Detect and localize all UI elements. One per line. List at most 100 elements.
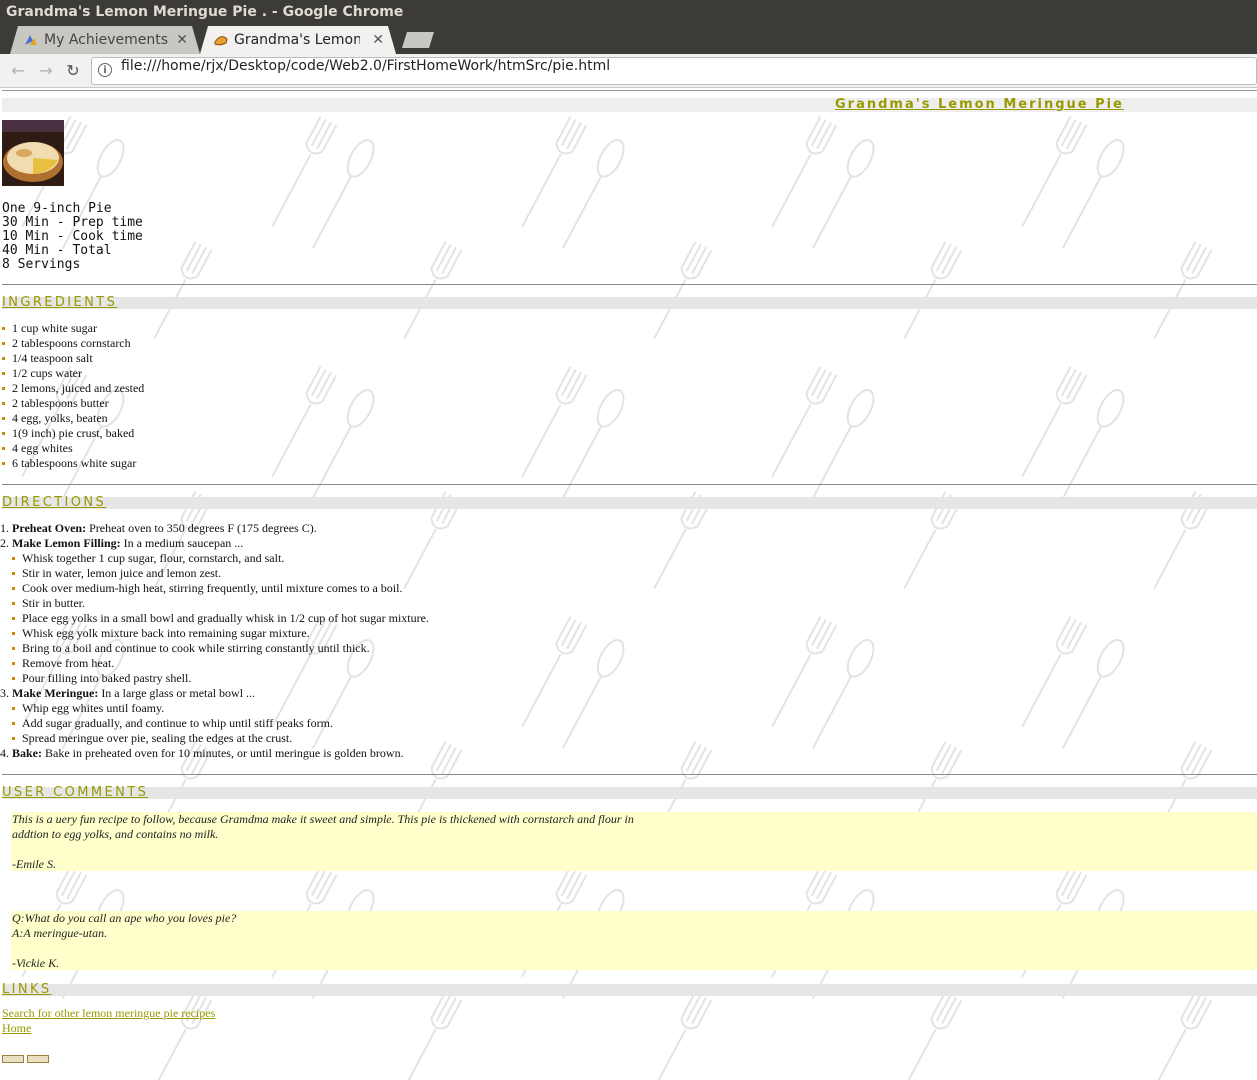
list-item: Spread meringue over pie, sealing the ed… xyxy=(12,731,429,746)
ingredients-heading[interactable]: INGREDIENTS xyxy=(2,296,117,310)
ingredient-text: 1 cup white sugar xyxy=(12,321,97,335)
comment-text: addtion to egg yolks, and contains no mi… xyxy=(12,827,219,841)
step-number: 3. xyxy=(0,686,9,700)
directions-heading[interactable]: DIRECTIONS xyxy=(2,496,106,510)
list-item: 1/2 cups water xyxy=(2,366,144,381)
step-title: Preheat Oven: xyxy=(12,521,87,535)
pie-favicon-icon xyxy=(214,33,228,47)
bullet-icon xyxy=(2,447,5,450)
cook-time-text: 10 Min - Cook time xyxy=(2,229,143,244)
step-number: 2. xyxy=(0,536,9,550)
comments-heading[interactable]: USER COMMENTS xyxy=(2,786,148,800)
recipe-info: One 9-inch Pie 30 Min - Prep time 10 Min… xyxy=(2,202,143,272)
bullet-icon xyxy=(12,572,15,575)
list-item: 1/4 teaspoon salt xyxy=(2,351,144,366)
ingredient-text: 4 egg, yolks, beaten xyxy=(12,411,108,425)
bullet-icon xyxy=(12,632,15,635)
bullet-icon xyxy=(12,662,15,665)
divider xyxy=(2,484,1257,485)
substep-list: Whisk together 1 cup sugar, flour, corns… xyxy=(12,551,429,686)
list-item: Cook over medium-high heat, stirring fre… xyxy=(12,581,429,596)
list-item: 4 egg, yolks, beaten xyxy=(2,411,144,426)
reload-icon[interactable]: ↻ xyxy=(62,60,84,82)
ingredient-text: 2 tablespoons cornstarch xyxy=(12,336,131,350)
ingredient-text: 2 lemons, juiced and zested xyxy=(12,381,145,395)
bullet-icon xyxy=(2,402,5,405)
tab-close-icon[interactable]: ✕ xyxy=(176,26,188,54)
bullet-icon xyxy=(2,327,5,330)
step-title: Bake: xyxy=(12,746,42,760)
search-recipes-link[interactable]: Search for other lemon meringue pie reci… xyxy=(2,1006,215,1021)
step-text: In a medium saucepan ... xyxy=(120,536,244,550)
list-item: Whip egg whites until foamy. xyxy=(12,701,429,716)
direction-step: 3. Make Meringue: In a large glass or met… xyxy=(0,686,429,746)
forward-arrow-icon[interactable]: → xyxy=(35,60,57,82)
tab-my-achievements[interactable]: My Achievements ✕ xyxy=(10,26,200,54)
list-item: 1(9 inch) pie crust, baked xyxy=(2,426,144,441)
section-band xyxy=(2,787,1257,799)
bullet-icon xyxy=(2,342,5,345)
info-icon[interactable]: i xyxy=(98,63,112,77)
list-item: Bring to a boil and continue to cook whi… xyxy=(12,641,429,656)
tab-close-icon[interactable]: ✕ xyxy=(372,26,384,54)
bullet-icon xyxy=(12,737,15,740)
recipe-title[interactable]: Grandma's Lemon Meringue Pie xyxy=(835,97,1124,112)
divider xyxy=(2,774,1257,775)
bullet-icon xyxy=(12,617,15,620)
tab-label: My Achievements xyxy=(44,32,169,48)
list-item: Pour filling into baked pastry shell. xyxy=(12,671,429,686)
bullet-icon xyxy=(2,417,5,420)
step-number: 4. xyxy=(0,746,9,760)
home-link[interactable]: Home xyxy=(2,1021,31,1036)
direction-step: 1. Preheat Oven: Preheat oven to 350 degr… xyxy=(0,521,429,536)
achievements-favicon-icon xyxy=(24,33,38,47)
ingredient-text: 4 egg whites xyxy=(12,441,73,455)
substep-text: Spread meringue over pie, sealing the ed… xyxy=(22,731,293,745)
tab-label: Grandma's Lemon M xyxy=(234,32,360,48)
w3c-css-badge-icon[interactable] xyxy=(27,1055,49,1063)
w3c-html-badge-icon[interactable] xyxy=(2,1055,24,1063)
new-tab-button[interactable] xyxy=(402,32,434,48)
list-item: 6 tablespoons white sugar xyxy=(2,456,144,471)
substep-text: Stir in water, lemon juice and lemon zes… xyxy=(22,566,222,580)
servings-text: 8 Servings xyxy=(2,257,81,272)
section-band xyxy=(2,297,1257,309)
step-title: Make Lemon Filling: xyxy=(12,536,121,550)
step-text: Preheat oven to 350 degrees F (175 degre… xyxy=(86,521,317,535)
address-bar[interactable]: i file:///home/rjx/Desktop/code/Web2.0/F… xyxy=(91,57,1257,85)
bullet-icon xyxy=(12,677,15,680)
section-band xyxy=(2,497,1257,509)
comment-text: A:A meringue-utan. xyxy=(12,926,108,940)
directions-list: 1. Preheat Oven: Preheat oven to 350 degr… xyxy=(0,521,429,761)
substep-text: Place egg yolks in a small bowl and grad… xyxy=(22,611,429,625)
page-content: Grandma's Lemon Meringue Pie One 9-inch … xyxy=(0,89,1257,1080)
list-item: 2 tablespoons cornstarch xyxy=(2,336,144,351)
bullet-icon xyxy=(12,722,15,725)
back-arrow-icon[interactable]: ← xyxy=(7,60,29,82)
browser-toolbar: ← → ↻ i file:///home/rjx/Desktop/code/We… xyxy=(0,54,1257,88)
links-heading[interactable]: LINKS xyxy=(2,983,52,997)
bullet-icon xyxy=(12,557,15,560)
section-band xyxy=(2,984,1257,996)
window-title: Grandma's Lemon Meringue Pie . - Google … xyxy=(0,0,1257,24)
step-number: 1. xyxy=(0,521,9,535)
bullet-icon xyxy=(2,357,5,360)
ingredient-text: 1/2 cups water xyxy=(12,366,82,380)
substep-text: Whip egg whites until foamy. xyxy=(22,701,165,715)
substep-text: Cook over medium-high heat, stirring fre… xyxy=(22,581,403,595)
url-text[interactable]: file:///home/rjx/Desktop/code/Web2.0/Fir… xyxy=(121,58,610,74)
direction-step: 2. Make Lemon Filling: In a medium saucep… xyxy=(0,536,429,686)
tab-lemon-pie[interactable]: Grandma's Lemon M ✕ xyxy=(200,26,396,54)
step-text: In a large glass or metal bowl ... xyxy=(98,686,256,700)
substep-list: Whip egg whites until foamy. Add sugar g… xyxy=(12,701,429,746)
top-rule xyxy=(2,90,1257,91)
comment-author: -Vickie K. xyxy=(12,956,60,970)
list-item: Stir in butter. xyxy=(12,596,429,611)
list-item: Place egg yolks in a small bowl and grad… xyxy=(12,611,429,626)
list-item: Whisk egg yolk mixture back into remaini… xyxy=(12,626,429,641)
substep-text: Remove from heat. xyxy=(22,656,115,670)
comment-text: This is a uery fun recipe to follow, bec… xyxy=(12,812,634,826)
bullet-icon xyxy=(2,462,5,465)
bullet-icon xyxy=(2,372,5,375)
step-text: Bake in preheated oven for 10 minutes, o… xyxy=(42,746,404,760)
